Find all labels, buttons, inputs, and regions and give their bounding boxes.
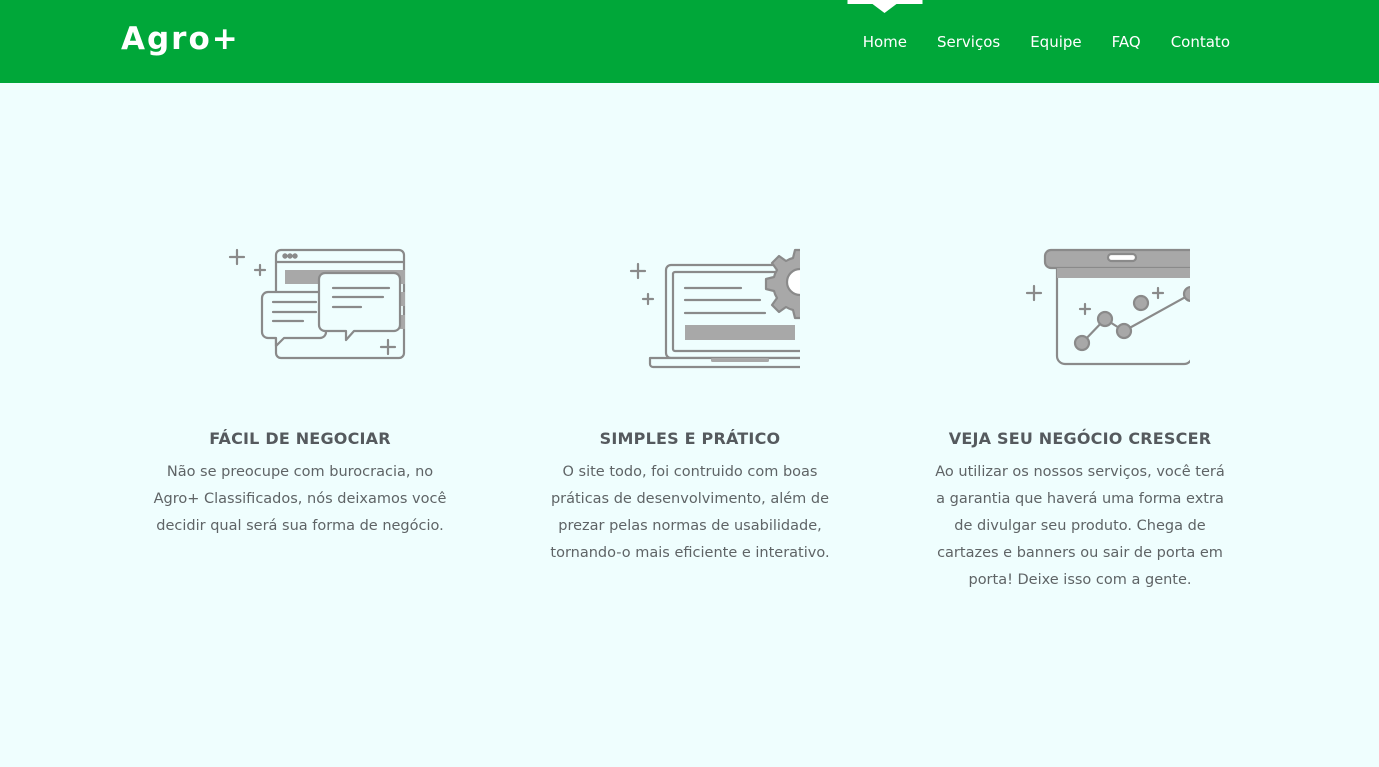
feature-title-negociar: FÁCIL DE NEGOCIAR [209, 429, 391, 448]
feature-text-negociar: Não se preocupe com burocracia, no Agro+… [153, 464, 447, 534]
growth-chart-board-icon [930, 240, 1230, 380]
laptop-gear-icon [540, 240, 840, 380]
top-navbar: Agro+ Home Serviços Equipe FAQ Contato [0, 0, 1379, 83]
nav-home[interactable]: Home [847, 0, 923, 83]
nav-servicos[interactable]: Serviços [922, 0, 1015, 83]
feature-title-crescer: VEJA SEU NEGÓCIO CRESCER [948, 429, 1212, 448]
feature-title-pratico: SIMPLES E PRÁTICO [599, 429, 781, 448]
chat-window-icon [150, 240, 450, 380]
main-nav: Home Serviços Equipe FAQ Contato [847, 0, 1245, 83]
nav-equipe[interactable]: Equipe [1015, 0, 1096, 83]
feature-text-crescer: Ao utilizar os nossos serviços, você ter… [935, 464, 1225, 588]
feature-card-pratico: SIMPLES E PRÁTICO O site todo, foi contr… [540, 240, 840, 567]
nav-faq[interactable]: FAQ [1097, 0, 1156, 83]
feature-card-crescer: VEJA SEU NEGÓCIO CRESCER Ao utilizar os … [930, 240, 1230, 594]
nav-contato-label: Contato [1170, 33, 1230, 51]
nav-contato[interactable]: Contato [1156, 0, 1245, 83]
nav-equipe-label: Equipe [1030, 33, 1082, 51]
brand-logo[interactable]: Agro+ [121, 19, 240, 59]
active-indicator [847, 0, 923, 4]
nav-home-label: Home [862, 33, 907, 51]
nav-faq-label: FAQ [1111, 33, 1141, 51]
feature-card-negociar: FÁCIL DE NEGOCIAR Não se preocupe com bu… [150, 240, 450, 540]
feature-text-pratico: O site todo, foi contruido com boas prát… [550, 464, 830, 561]
nav-servicos-label: Serviços [937, 33, 1001, 51]
